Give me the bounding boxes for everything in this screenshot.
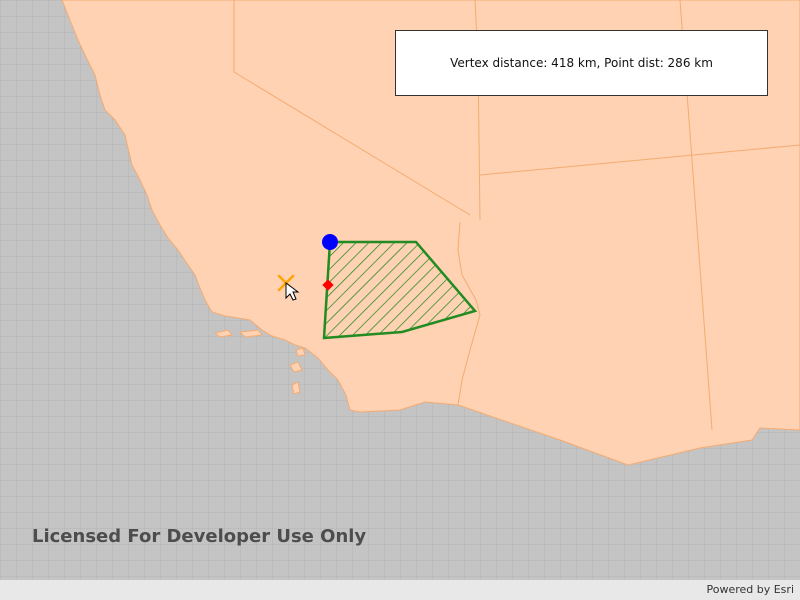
developer-watermark: Licensed For Developer Use Only (32, 526, 367, 547)
info-box: Vertex distance: 418 km, Point dist: 286… (395, 30, 768, 96)
distance-info-text: Vertex distance: 418 km, Point dist: 286… (450, 56, 713, 70)
blue-circle-icon (322, 234, 338, 250)
attribution-bar: Powered by Esri (0, 580, 800, 600)
attribution-text[interactable]: Powered by Esri (706, 583, 794, 596)
